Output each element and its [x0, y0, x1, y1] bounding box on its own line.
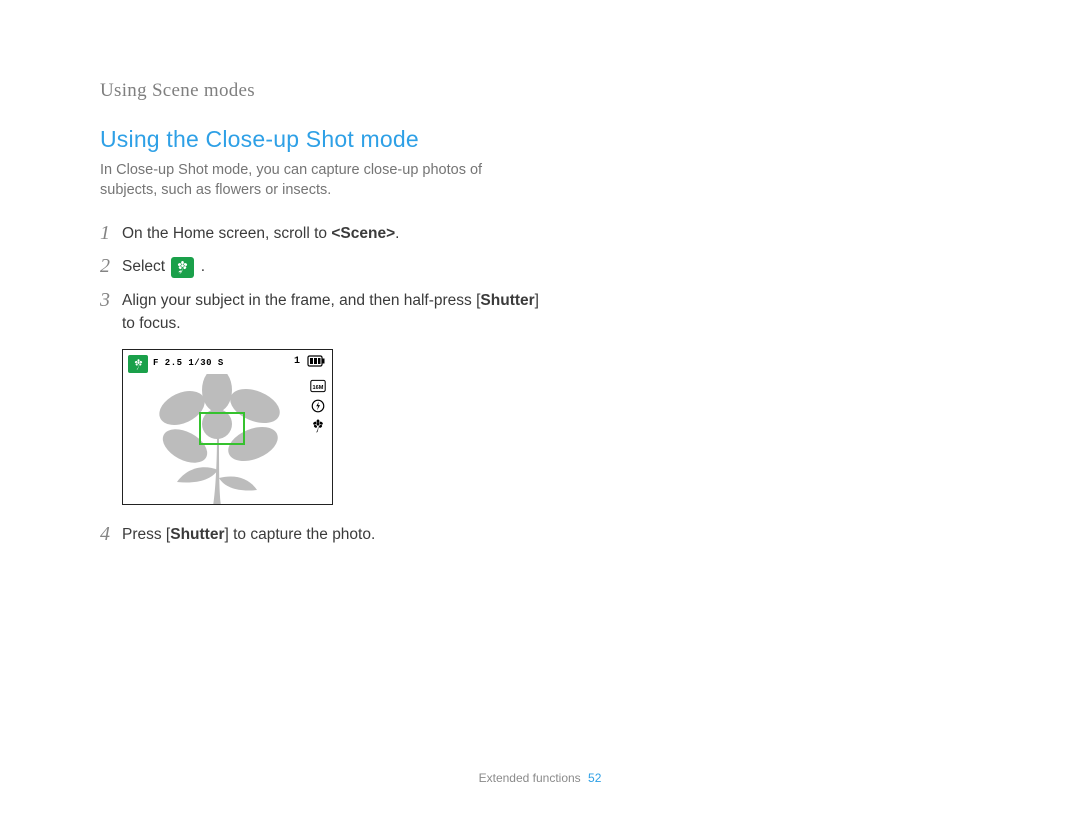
exposure-readout: F 2.5 1/30 S: [153, 358, 224, 368]
step-text: Select: [122, 258, 169, 275]
manual-page: Using Scene modes Using the Close-up Sho…: [0, 0, 1080, 815]
intro-paragraph: In Close-up Shot mode, you can capture c…: [100, 161, 520, 200]
page-footer: Extended functions 52: [0, 771, 1080, 785]
lcd-side-icons: 16M: [310, 379, 326, 433]
page-number: 52: [588, 771, 601, 785]
step-4: 4 Press [Shutter] to capture the photo.: [100, 523, 550, 546]
focus-frame: [199, 412, 245, 445]
step-text: .: [201, 258, 205, 275]
step-text-bold: Shutter: [170, 526, 224, 543]
step-text: .: [395, 225, 399, 242]
svg-text:16M: 16M: [313, 385, 324, 391]
shots-remaining: 1: [294, 356, 300, 367]
card-icon: 16M: [310, 379, 326, 393]
step-text: Align your subject in the frame, and the…: [122, 292, 480, 309]
page-title: Using the Close-up Shot mode: [100, 126, 990, 153]
closeup-mode-icon: [171, 257, 194, 278]
figure-row: F 2.5 1/30 S 1 16M: [100, 349, 550, 505]
step-1: 1 On the Home screen, scroll to <Scene>.: [100, 222, 550, 245]
step-number: 3: [100, 289, 122, 312]
step-body: Align your subject in the frame, and the…: [122, 289, 550, 336]
step-text-bold: <Scene>: [331, 225, 395, 242]
step-body: On the Home screen, scroll to <Scene>.: [122, 222, 399, 245]
step-text: Press [: [122, 526, 170, 543]
step-body: Select: [122, 255, 205, 278]
step-text: On the Home screen, scroll to: [122, 225, 331, 242]
step-3: 3 Align your subject in the frame, and t…: [100, 289, 550, 336]
step-number: 2: [100, 255, 122, 278]
flash-off-icon: [310, 399, 326, 413]
step-2: 2 Select: [100, 255, 550, 278]
battery-icon: [307, 355, 325, 367]
step-text: ] to capture the photo.: [224, 526, 375, 543]
step-number: 1: [100, 222, 122, 245]
flower-icon: [175, 260, 190, 275]
macro-icon: [310, 419, 326, 433]
step-number: 4: [100, 523, 122, 546]
flower-icon: [132, 358, 145, 371]
step-body: Press [Shutter] to capture the photo.: [122, 523, 375, 546]
step-text-bold: Shutter: [480, 292, 534, 309]
section-header: Using Scene modes: [100, 80, 990, 102]
step-list: 1 On the Home screen, scroll to <Scene>.…: [100, 222, 550, 546]
footer-label: Extended functions: [479, 771, 581, 785]
mode-indicator-icon: [128, 355, 148, 373]
camera-lcd-figure: F 2.5 1/30 S 1 16M: [122, 349, 333, 505]
